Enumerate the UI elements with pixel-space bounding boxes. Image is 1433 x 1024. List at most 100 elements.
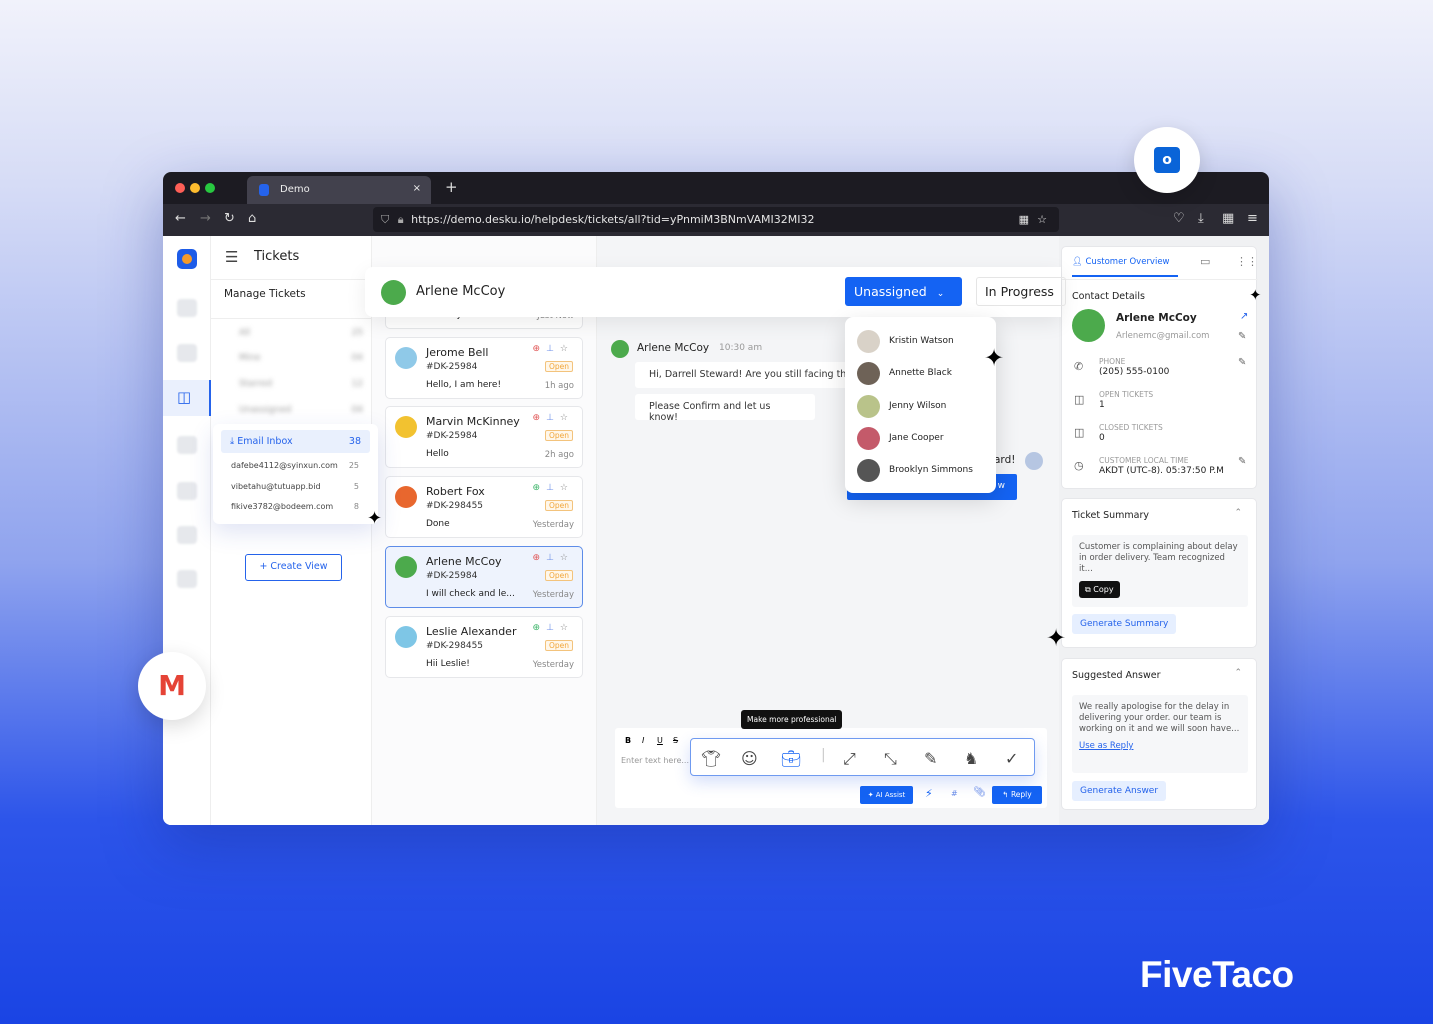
inbox-email-item[interactable]: vibetahu@tutuapp.bid 5 xyxy=(231,482,359,491)
back-icon[interactable]: ← xyxy=(175,211,186,226)
edit-icon[interactable]: ✎ xyxy=(1238,456,1246,467)
create-view-button[interactable]: + Create View xyxy=(245,554,342,581)
hashtag-icon[interactable]: # xyxy=(951,789,958,798)
hamburger-icon[interactable]: ☰ xyxy=(225,248,238,266)
underline-button[interactable]: U xyxy=(657,736,663,745)
pin-icon[interactable]: ⊥ xyxy=(546,344,560,354)
tshirt-icon[interactable]: 👕︎ xyxy=(701,749,721,768)
generate-summary-button[interactable]: Generate Summary xyxy=(1072,614,1177,634)
ticket-id: #DK-298455 xyxy=(426,640,484,651)
pin-icon[interactable]: ⊥ xyxy=(546,623,560,633)
home-icon[interactable]: ⌂ xyxy=(248,211,256,226)
inbox-email-item[interactable]: dafebe4112@syinxun.com 25 xyxy=(231,461,359,470)
generate-answer-button[interactable]: Generate Answer xyxy=(1072,781,1167,801)
status-dropdown[interactable]: In Progress xyxy=(976,277,1066,306)
lightning-icon[interactable]: ⚡︎ xyxy=(925,787,933,800)
edit-icon[interactable]: ✎ xyxy=(1238,331,1246,342)
star-icon[interactable]: ☆ xyxy=(560,553,574,563)
agent-option[interactable]: Annette Black xyxy=(845,362,996,386)
ticket-actions: ⊕⊥☆ xyxy=(533,623,574,633)
ai-assist-button[interactable]: ✦ AI Assist xyxy=(860,786,913,804)
pocket-icon[interactable]: ♡ xyxy=(1173,211,1185,226)
rocking-horse-icon[interactable]: ♞ xyxy=(964,749,978,768)
reload-icon[interactable]: ↻ xyxy=(224,211,235,226)
reports-icon[interactable] xyxy=(177,570,197,588)
strikethrough-button[interactable]: S xyxy=(673,736,678,745)
priority-icon[interactable]: ⊕ xyxy=(533,483,547,493)
email-inbox-item[interactable]: ⤓ Email Inbox 38 xyxy=(221,430,370,453)
automation-icon[interactable] xyxy=(177,436,197,454)
view-mine[interactable]: Mine 04 xyxy=(223,353,363,363)
open-external-icon[interactable]: ↗ xyxy=(1240,311,1248,322)
expand-icon[interactable]: ⤢ xyxy=(843,749,856,769)
download-icon[interactable]: ⤓ xyxy=(1198,211,1204,226)
close-tab-icon[interactable]: × xyxy=(413,183,421,194)
agent-option[interactable]: Jane Cooper xyxy=(845,426,996,451)
ticket-card[interactable]: Robert Fox #DK-298455 Done Yesterday Open ⊕⊥☆ xyxy=(385,476,583,539)
view-all[interactable]: All 25 xyxy=(223,328,363,338)
browser-menu-icon[interactable]: ≡ xyxy=(1247,211,1258,226)
pin-icon[interactable]: ⊥ xyxy=(546,553,560,563)
agent-name: Jenny Wilson xyxy=(889,400,947,411)
assign-dropdown[interactable]: Unassigned ⌄ xyxy=(845,277,962,306)
shrink-icon[interactable]: ⤡ xyxy=(884,749,897,769)
priority-icon[interactable]: ⊕ xyxy=(533,344,547,354)
agent-option[interactable]: Kristin Watson xyxy=(845,330,996,354)
url-field[interactable]: ⛉ 🔒︎ https://demo.desku.io/helpdesk/tick… xyxy=(373,207,1059,232)
star-icon[interactable]: ☆ xyxy=(560,413,574,423)
bookmark-star-icon[interactable]: ☆ xyxy=(1037,207,1047,232)
view-starred[interactable]: Starred 12 xyxy=(223,379,363,389)
star-icon[interactable]: ☆ xyxy=(560,483,574,493)
tab-customer-overview[interactable]: 👤︎ Customer Overview xyxy=(1072,257,1178,277)
ticket-id: #DK-25984 xyxy=(426,361,478,372)
copy-button[interactable]: ⧉ Copy xyxy=(1079,581,1120,598)
italic-button[interactable]: I xyxy=(642,736,644,745)
reply-button[interactable]: ↰ Reply xyxy=(992,786,1042,804)
share-icon[interactable] xyxy=(177,482,197,500)
reply-input[interactable]: Enter text here... xyxy=(621,756,689,765)
priority-icon[interactable]: ⊕ xyxy=(533,553,547,563)
minimize-window-button[interactable] xyxy=(190,183,200,193)
star-icon[interactable]: ☆ xyxy=(560,623,574,633)
close-window-button[interactable] xyxy=(175,183,185,193)
collapse-chevron-icon[interactable]: ⌃ xyxy=(1234,668,1242,678)
maximize-window-button[interactable] xyxy=(205,183,215,193)
forward-icon[interactable]: → xyxy=(200,211,211,226)
extensions-icon[interactable]: ▦ xyxy=(1222,211,1234,226)
ticket-card[interactable]: Jerome Bell #DK-25984 Hello, I am here! 1h … xyxy=(385,336,583,399)
agent-avatar xyxy=(857,330,880,353)
inbox-count: 25 xyxy=(348,461,359,470)
pin-icon[interactable]: ⊥ xyxy=(546,413,560,423)
edit-icon[interactable]: ✎ xyxy=(1238,357,1246,368)
pin-icon[interactable]: ⊥ xyxy=(546,483,560,493)
view-unassigned[interactable]: Unassigned 04 xyxy=(223,405,363,415)
inbox-icon[interactable] xyxy=(177,344,197,362)
priority-icon[interactable]: ⊕ xyxy=(533,413,547,423)
agent-option[interactable]: Brooklyn Simmons xyxy=(845,459,996,483)
ticket-card[interactable]: Marvin McKinney #DK-25984 Hello 2h ago Open ⊕… xyxy=(385,406,583,469)
ticket-card[interactable]: Arlene McCoy #DK-25984 I will check and le… xyxy=(385,545,583,608)
bold-button[interactable]: B xyxy=(625,736,631,745)
new-tab-button[interactable]: + xyxy=(445,178,458,196)
pencil-icon[interactable]: ✎ xyxy=(924,749,937,768)
ticket-time: 1h ago xyxy=(544,380,574,391)
check-circle-icon[interactable]: ✓ xyxy=(1005,749,1018,768)
tickets-nav-item[interactable]: ◫ xyxy=(163,380,211,416)
priority-icon[interactable]: ⊕ xyxy=(533,623,547,633)
star-icon[interactable]: ☆ xyxy=(560,344,574,354)
collapse-chevron-icon[interactable]: ⌃ xyxy=(1234,508,1242,518)
attachment-icon[interactable]: 📎︎ xyxy=(973,787,986,798)
ticket-tab-icon[interactable]: ▭ xyxy=(1200,255,1210,268)
apps-grid-icon[interactable]: ⋮⋮ xyxy=(1236,255,1258,268)
inbox-email-item[interactable]: fikive3782@bodeem.com 8 xyxy=(231,502,359,511)
agent-option[interactable]: Jenny Wilson xyxy=(845,394,996,419)
message-time: 10:30 am xyxy=(719,343,763,353)
smile-icon[interactable]: ☺ xyxy=(741,749,758,768)
use-as-reply-link[interactable]: Use as Reply xyxy=(1079,741,1241,752)
ticket-card[interactable]: Leslie Alexander #DK-298455 Hii Leslie! Yes… xyxy=(385,615,583,678)
dashboard-icon[interactable] xyxy=(177,299,197,317)
browser-tab[interactable]: Demo × xyxy=(247,176,431,204)
globe-icon[interactable] xyxy=(177,526,197,544)
qr-icon[interactable]: ▦ xyxy=(1019,207,1029,232)
briefcase-icon[interactable]: 💼︎ xyxy=(781,749,801,768)
